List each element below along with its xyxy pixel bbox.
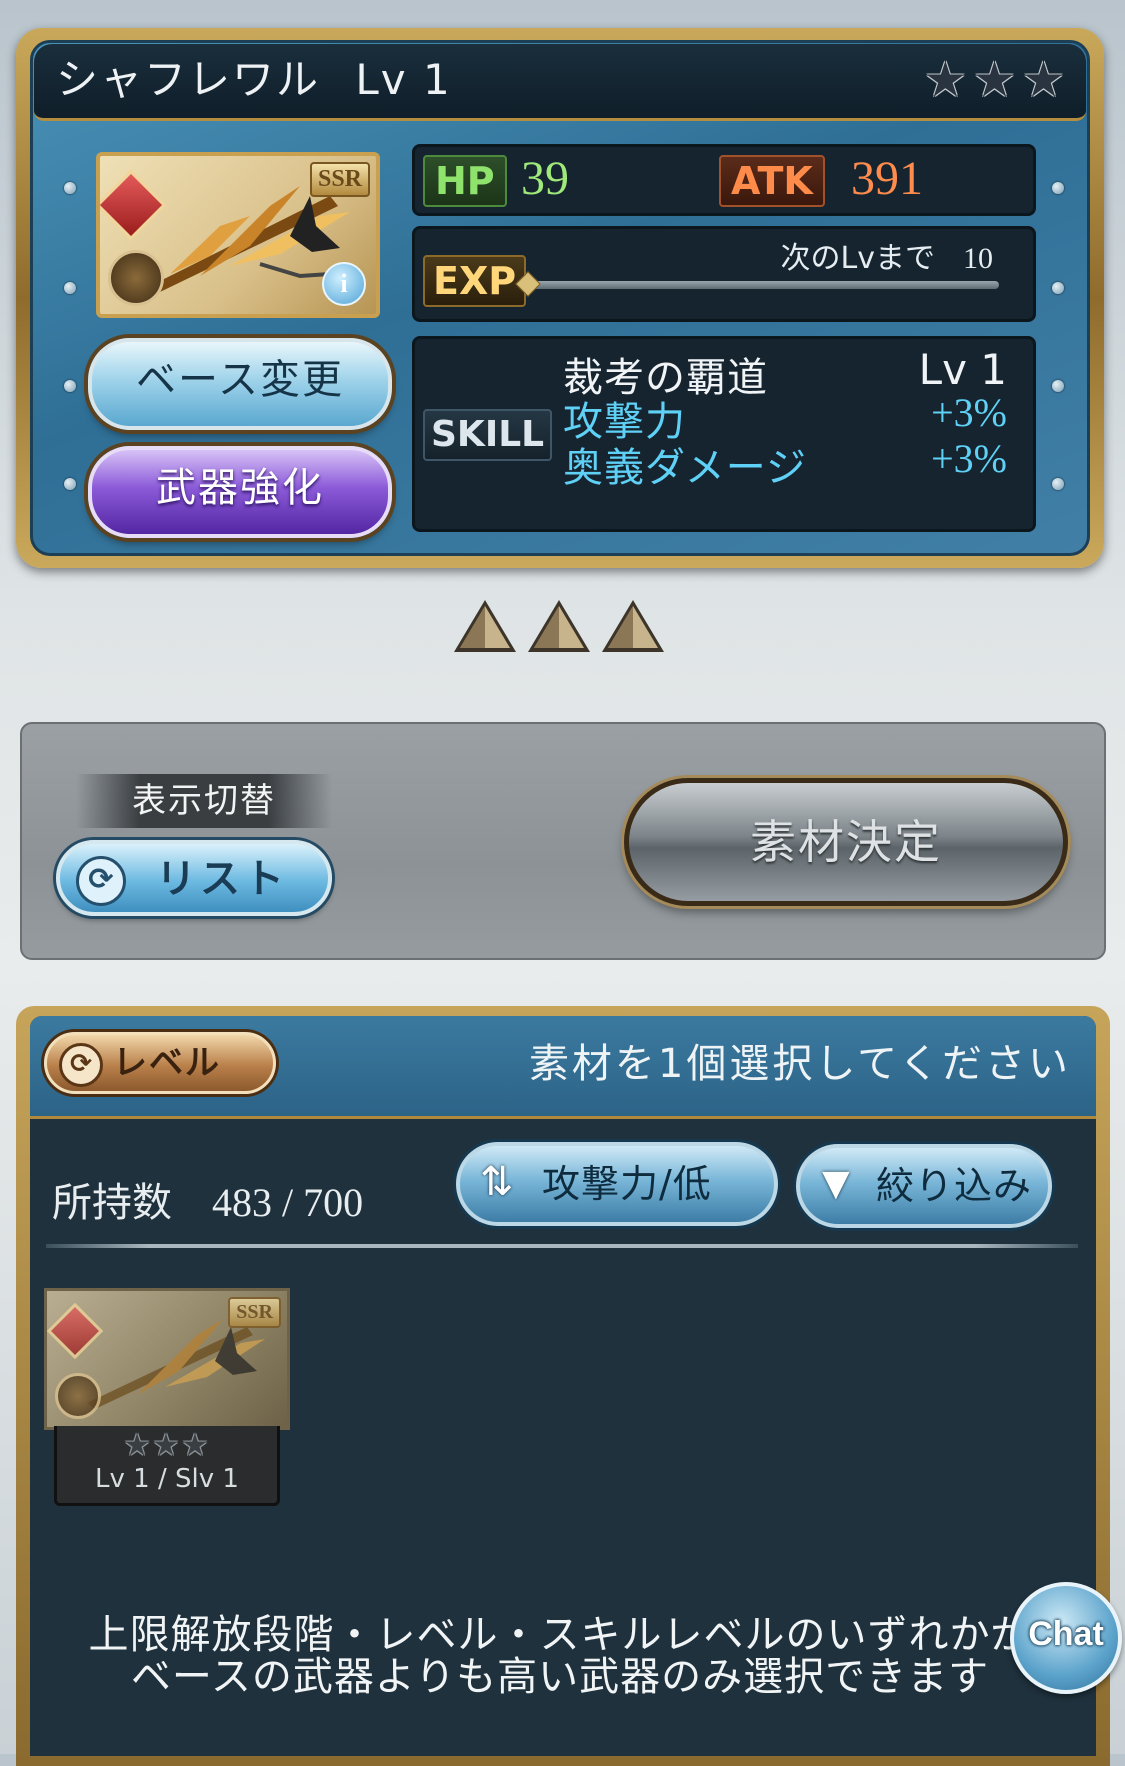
skill-effect-name: 奥義ダメージ [563,445,807,491]
exp-next-level: 次のLvまで 10 [781,233,993,277]
hp-label: HP [423,155,507,207]
chat-button[interactable]: Chat [1010,1582,1122,1694]
rivet-decoration [64,380,76,392]
skill-effect-value: +3% [931,436,1007,481]
rivet-decoration [1052,478,1064,490]
select-instruction: 素材を1個選択してください [528,1041,1071,1087]
sort-button[interactable]: ⇅ 攻撃力/低 [456,1142,778,1226]
rivet-decoration [1052,282,1064,294]
selection-note-line: ベースの武器よりも高い武器のみ選択できます [130,1654,990,1700]
weapon-type-icon [55,1373,101,1419]
star-icon: ★ [972,52,1016,108]
sort-mode-label: レベル [113,1043,221,1083]
skill-label: SKILL [423,409,553,461]
item-rarity-stars: ★★★ [123,1428,211,1463]
weapon-title: シャフレワル Lv 1 [56,48,452,112]
refresh-icon: ⟳ [59,1043,103,1087]
stat-box: HP 39 ATK 391 [412,144,1036,216]
owned-count: 所持数 483 / 700 [52,1170,363,1228]
refresh-icon: ⟳ [76,856,126,906]
rivet-decoration [1052,380,1064,392]
rivet-decoration [64,282,76,294]
sort-mode-button[interactable]: ⟳ レベル [44,1032,276,1094]
sort-label: 攻撃力/低 [542,1162,712,1206]
ssr-badge: SSR [228,1297,281,1328]
skill-level: Lv 1 [918,345,1007,394]
sort-arrows-icon: ⇅ [480,1159,514,1205]
material-item-image: SSR [44,1288,290,1430]
weapon-image[interactable]: SSR i [96,152,380,318]
weapon-type-icon [108,250,164,306]
decide-material-button[interactable]: 素材決定 [624,778,1068,906]
weapon-name: シャフレワル [56,55,321,104]
atk-value: 391 [851,152,923,205]
list-view-button[interactable]: ⟳ リスト [56,840,332,916]
exp-next-label: 次のLvまで [780,241,935,276]
filter-funnel-icon: ▼ [822,1163,850,1204]
item-level: Lv 1 / Slv 1 [95,1464,239,1494]
material-item[interactable]: SSR ★★★ Lv 1 / Slv 1 [44,1288,290,1510]
uncap-triangle-icon [602,600,664,652]
filter-button[interactable]: ▼ 絞り込み [796,1144,1052,1228]
info-icon[interactable]: i [322,262,366,306]
owned-label: 所持数 [52,1180,172,1226]
star-icon: ★ [1021,52,1065,108]
weapon-level: Lv 1 [355,55,452,104]
display-toggle-label: 表示切替 [76,774,332,828]
rarity-stars: ★ ★ ★ [924,52,1065,108]
ssr-badge: SSR [309,162,370,197]
uncap-triangle-icon [528,600,590,652]
exp-label: EXP [423,255,527,307]
star-icon: ★ [923,52,967,108]
exp-progress-bar [515,271,999,297]
list-divider [46,1244,1078,1248]
rivet-decoration [64,182,76,194]
rivet-decoration [64,478,76,490]
skill-box: SKILL 裁考の覇道 Lv 1 攻撃力 +3% 奥義ダメージ +3% [412,336,1036,532]
uncap-triangle-icon [454,600,516,652]
weapon-enhance-button[interactable]: 武器強化 [88,446,392,538]
owned-value: 483 / 700 [212,1180,364,1225]
skill-effect-value: +3% [931,390,1007,435]
hp-value: 39 [521,152,569,205]
material-item-info: ★★★ Lv 1 / Slv 1 [54,1426,280,1506]
selection-note: 上限解放段階・レベル・スキルレベルのいずれかが ベースの武器よりも高い武器のみ選… [60,1614,1060,1698]
selection-note-line: 上限解放段階・レベル・スキルレベルのいずれかが [88,1612,1032,1658]
list-view-label: リスト [156,856,288,902]
exp-next-value: 10 [963,242,993,275]
exp-box: EXP 次のLvまで 10 [412,226,1036,322]
uncap-stage [452,598,674,654]
filter-label: 絞り込み [876,1164,1033,1208]
atk-label: ATK [719,155,825,207]
base-change-button[interactable]: ベース変更 [88,338,392,430]
rivet-decoration [1052,182,1064,194]
